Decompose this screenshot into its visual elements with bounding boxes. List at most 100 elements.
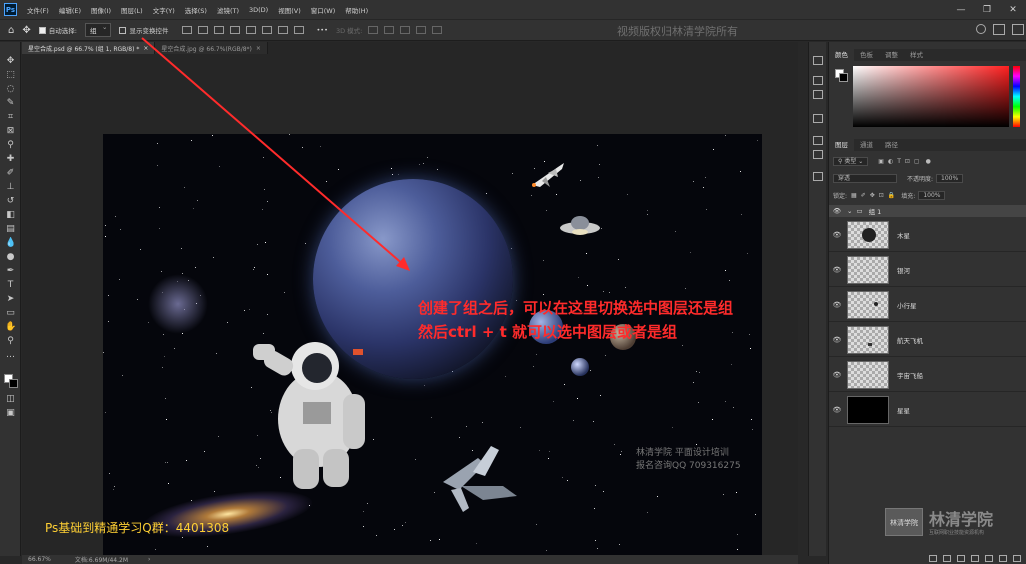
lock-transparent-icon[interactable]: ▦ xyxy=(851,192,857,199)
layer-row[interactable]: 👁 木星 xyxy=(829,218,1026,252)
align-bottom-icon[interactable] xyxy=(262,26,273,34)
3d-scale-icon[interactable] xyxy=(432,26,443,34)
quick-mask-icon[interactable]: ◫ xyxy=(5,394,16,405)
layer-row[interactable]: 👁 小行星 xyxy=(829,288,1026,322)
eraser-tool-icon[interactable]: ◧ xyxy=(5,210,16,221)
background-color-swatch[interactable] xyxy=(839,73,848,82)
align-middle-icon[interactable] xyxy=(246,26,257,34)
chevron-right-icon[interactable]: › xyxy=(148,556,150,563)
tab-styles[interactable]: 样式 xyxy=(904,49,929,61)
history-brush-tool-icon[interactable]: ↺ xyxy=(5,196,16,207)
layer-row[interactable]: 👁 宇宙飞船 xyxy=(829,358,1026,392)
chevron-down-icon[interactable]: ⌄ xyxy=(847,207,852,215)
hue-slider[interactable] xyxy=(1013,66,1020,127)
properties-icon[interactable] xyxy=(813,136,823,145)
new-group-icon[interactable] xyxy=(985,554,993,562)
menu-image[interactable]: 图像(I) xyxy=(91,5,111,15)
auto-select-dropdown[interactable]: 组 xyxy=(84,23,112,37)
distribute-icon[interactable] xyxy=(294,26,305,34)
layer-row[interactable]: 👁 银河 xyxy=(829,253,1026,287)
fill-field[interactable]: 100% xyxy=(918,191,946,200)
fx-icon[interactable] xyxy=(943,554,951,562)
layer-group-row[interactable]: 👁 ⌄ ▭ 组 1 xyxy=(829,205,1026,217)
distribute-icon[interactable] xyxy=(278,26,289,34)
healing-brush-tool-icon[interactable]: ✚ xyxy=(5,154,16,165)
close-icon[interactable]: × xyxy=(143,45,148,52)
auto-select-checkbox[interactable]: 自动选择: xyxy=(38,25,77,35)
eye-icon[interactable]: 👁 xyxy=(829,266,845,274)
eye-icon[interactable]: 👁 xyxy=(829,207,845,215)
paragraph-icon[interactable] xyxy=(813,114,823,123)
menu-view[interactable]: 视图(V) xyxy=(278,5,301,15)
menu-file[interactable]: 文件(F) xyxy=(27,5,49,15)
tab-adjustments[interactable]: 调整 xyxy=(879,49,904,61)
filter-smart-icon[interactable]: ▢ xyxy=(914,158,920,165)
adjustment-layer-icon[interactable] xyxy=(971,554,979,562)
eyedropper-tool-icon[interactable]: ⚲ xyxy=(5,140,16,151)
tab-channels[interactable]: 通道 xyxy=(854,139,879,151)
menu-select[interactable]: 选择(S) xyxy=(185,5,207,15)
zoom-level[interactable]: 66.67% xyxy=(28,556,51,563)
path-select-tool-icon[interactable]: ➤ xyxy=(5,294,16,305)
workspace-icon[interactable] xyxy=(993,24,1005,35)
rectangle-tool-icon[interactable]: ▭ xyxy=(5,308,16,319)
filter-adjust-icon[interactable]: ◐ xyxy=(888,158,893,165)
close-button[interactable]: ✕ xyxy=(1000,0,1026,19)
eye-icon[interactable]: 👁 xyxy=(829,406,845,414)
lock-move-icon[interactable]: ✥ xyxy=(870,192,875,199)
pen-tool-icon[interactable]: ✒ xyxy=(5,266,16,277)
tab-paths[interactable]: 路径 xyxy=(879,139,904,151)
align-top-icon[interactable] xyxy=(230,26,241,34)
eye-icon[interactable]: 👁 xyxy=(829,371,845,379)
tab-jpg-document[interactable]: 星空合成.jpg @ 66.7%(RGB/8*) × xyxy=(155,42,268,54)
clone-stamp-tool-icon[interactable]: ⊥ xyxy=(5,182,16,193)
filter-type-icon[interactable]: T xyxy=(897,158,901,165)
tab-swatches[interactable]: 色板 xyxy=(854,49,879,61)
hand-tool-icon[interactable]: ✋ xyxy=(5,322,16,333)
eye-icon[interactable]: 👁 xyxy=(829,336,845,344)
3d-roll-icon[interactable] xyxy=(384,26,395,34)
share-icon[interactable] xyxy=(1012,24,1024,35)
lock-paint-icon[interactable]: ✐ xyxy=(861,192,866,199)
layer-row[interactable]: 👁 航天飞机 xyxy=(829,323,1026,357)
filter-pixel-icon[interactable]: ▣ xyxy=(878,158,884,165)
menu-edit[interactable]: 编辑(E) xyxy=(59,5,81,15)
restore-button[interactable]: ❐ xyxy=(974,0,1000,19)
gradient-tool-icon[interactable]: ▤ xyxy=(5,224,16,235)
show-transform-checkbox[interactable]: 显示变换控件 xyxy=(119,25,168,35)
align-center-icon[interactable] xyxy=(198,26,209,34)
crop-tool-icon[interactable]: ⌗ xyxy=(5,112,16,123)
tab-psd-document[interactable]: 星空合成.psd @ 66.7% (组 1, RGB/8) * × xyxy=(22,42,156,54)
libraries-icon[interactable] xyxy=(813,150,823,159)
menu-window[interactable]: 窗口(W) xyxy=(311,5,336,15)
canvas[interactable]: 林清学院 平面设计培训 报名咨询QQ 709316275 xyxy=(103,134,762,564)
lock-all-icon[interactable]: 🔒 xyxy=(888,192,895,199)
align-right-icon[interactable] xyxy=(214,26,225,34)
adjustments-icon[interactable] xyxy=(813,90,823,99)
3d-orbit-icon[interactable] xyxy=(368,26,379,34)
3d-slide-icon[interactable] xyxy=(416,26,427,34)
lasso-tool-icon[interactable]: ◌ xyxy=(5,84,16,95)
menu-help[interactable]: 帮助(H) xyxy=(345,5,368,15)
link-layers-icon[interactable] xyxy=(929,554,937,562)
align-left-icon[interactable] xyxy=(182,26,193,34)
character-icon[interactable] xyxy=(813,172,823,181)
menu-3d[interactable]: 3D(D) xyxy=(249,6,268,14)
more-tools-icon[interactable]: … xyxy=(5,350,16,361)
trash-icon[interactable] xyxy=(1013,554,1021,562)
home-icon[interactable]: ⌂ xyxy=(8,25,14,36)
blur-tool-icon[interactable]: 💧 xyxy=(5,238,16,249)
move-tool-icon[interactable]: ✥ xyxy=(22,25,30,36)
minimize-button[interactable]: — xyxy=(948,0,974,19)
add-mask-icon[interactable] xyxy=(957,554,965,562)
brush-settings-icon[interactable] xyxy=(813,76,823,85)
screen-mode-icon[interactable]: ▣ xyxy=(5,408,16,419)
menu-type[interactable]: 文字(Y) xyxy=(153,5,175,15)
close-icon[interactable]: × xyxy=(256,45,261,52)
filter-kind-dropdown[interactable]: ⚲ 类型 ⌄ xyxy=(833,157,869,166)
menu-layer[interactable]: 图层(L) xyxy=(121,5,143,15)
layer-row[interactable]: 👁 星星 xyxy=(829,393,1026,427)
color-picker-field[interactable] xyxy=(853,66,1009,127)
frame-tool-icon[interactable]: ⊠ xyxy=(5,126,16,137)
filter-shape-icon[interactable]: ⊡ xyxy=(905,158,910,165)
